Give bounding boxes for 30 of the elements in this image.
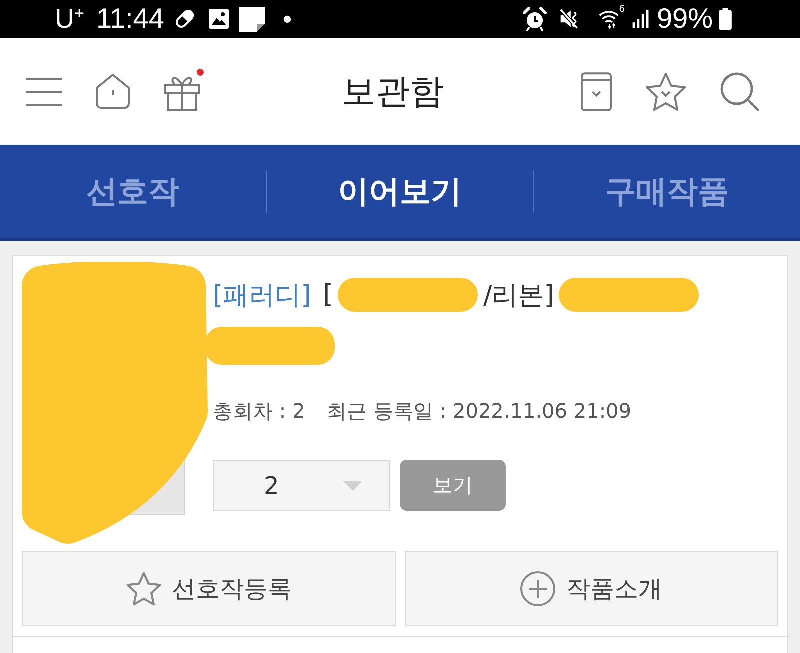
carrier-label: U$^{+}$ (55, 4, 84, 34)
image-icon (209, 9, 230, 29)
alarm-clock-icon (523, 7, 548, 31)
battery-icon (719, 8, 732, 30)
title-text: /리본] (483, 280, 554, 312)
tab[interactable]: 이어보기 (267, 145, 533, 238)
genre-tag[interactable]: [패러디] (213, 278, 312, 312)
plus-circle-icon (520, 570, 556, 606)
note-icon (239, 6, 266, 32)
page-title: 보관함 (342, 70, 444, 114)
battery-percent: 99% (656, 3, 713, 35)
home-icon[interactable] (95, 73, 131, 110)
meta-text: 최근 등록일 : 2022.11.06 21:09 (327, 399, 632, 423)
action-button[interactable]: 작품소개 (404, 551, 778, 626)
wifi-icon (599, 9, 620, 29)
pill-icon (174, 8, 196, 30)
episode-select[interactable]: 2 (213, 460, 390, 511)
clock-time: 11:44 (96, 3, 164, 35)
star-icon (126, 570, 162, 606)
signal-icon (630, 9, 651, 29)
dot-icon (283, 14, 292, 24)
title-text: [ (323, 280, 334, 310)
wifi-standard-label: 6 (619, 5, 625, 15)
menu-icon[interactable] (26, 76, 62, 106)
search-icon[interactable] (720, 72, 760, 112)
meta-text: 총회차 : 2 (213, 399, 306, 423)
action-button[interactable]: 선호작등록 (22, 551, 396, 626)
caret-icon (343, 481, 363, 491)
document-check-icon[interactable] (581, 72, 612, 112)
star-icon[interactable] (645, 72, 687, 112)
